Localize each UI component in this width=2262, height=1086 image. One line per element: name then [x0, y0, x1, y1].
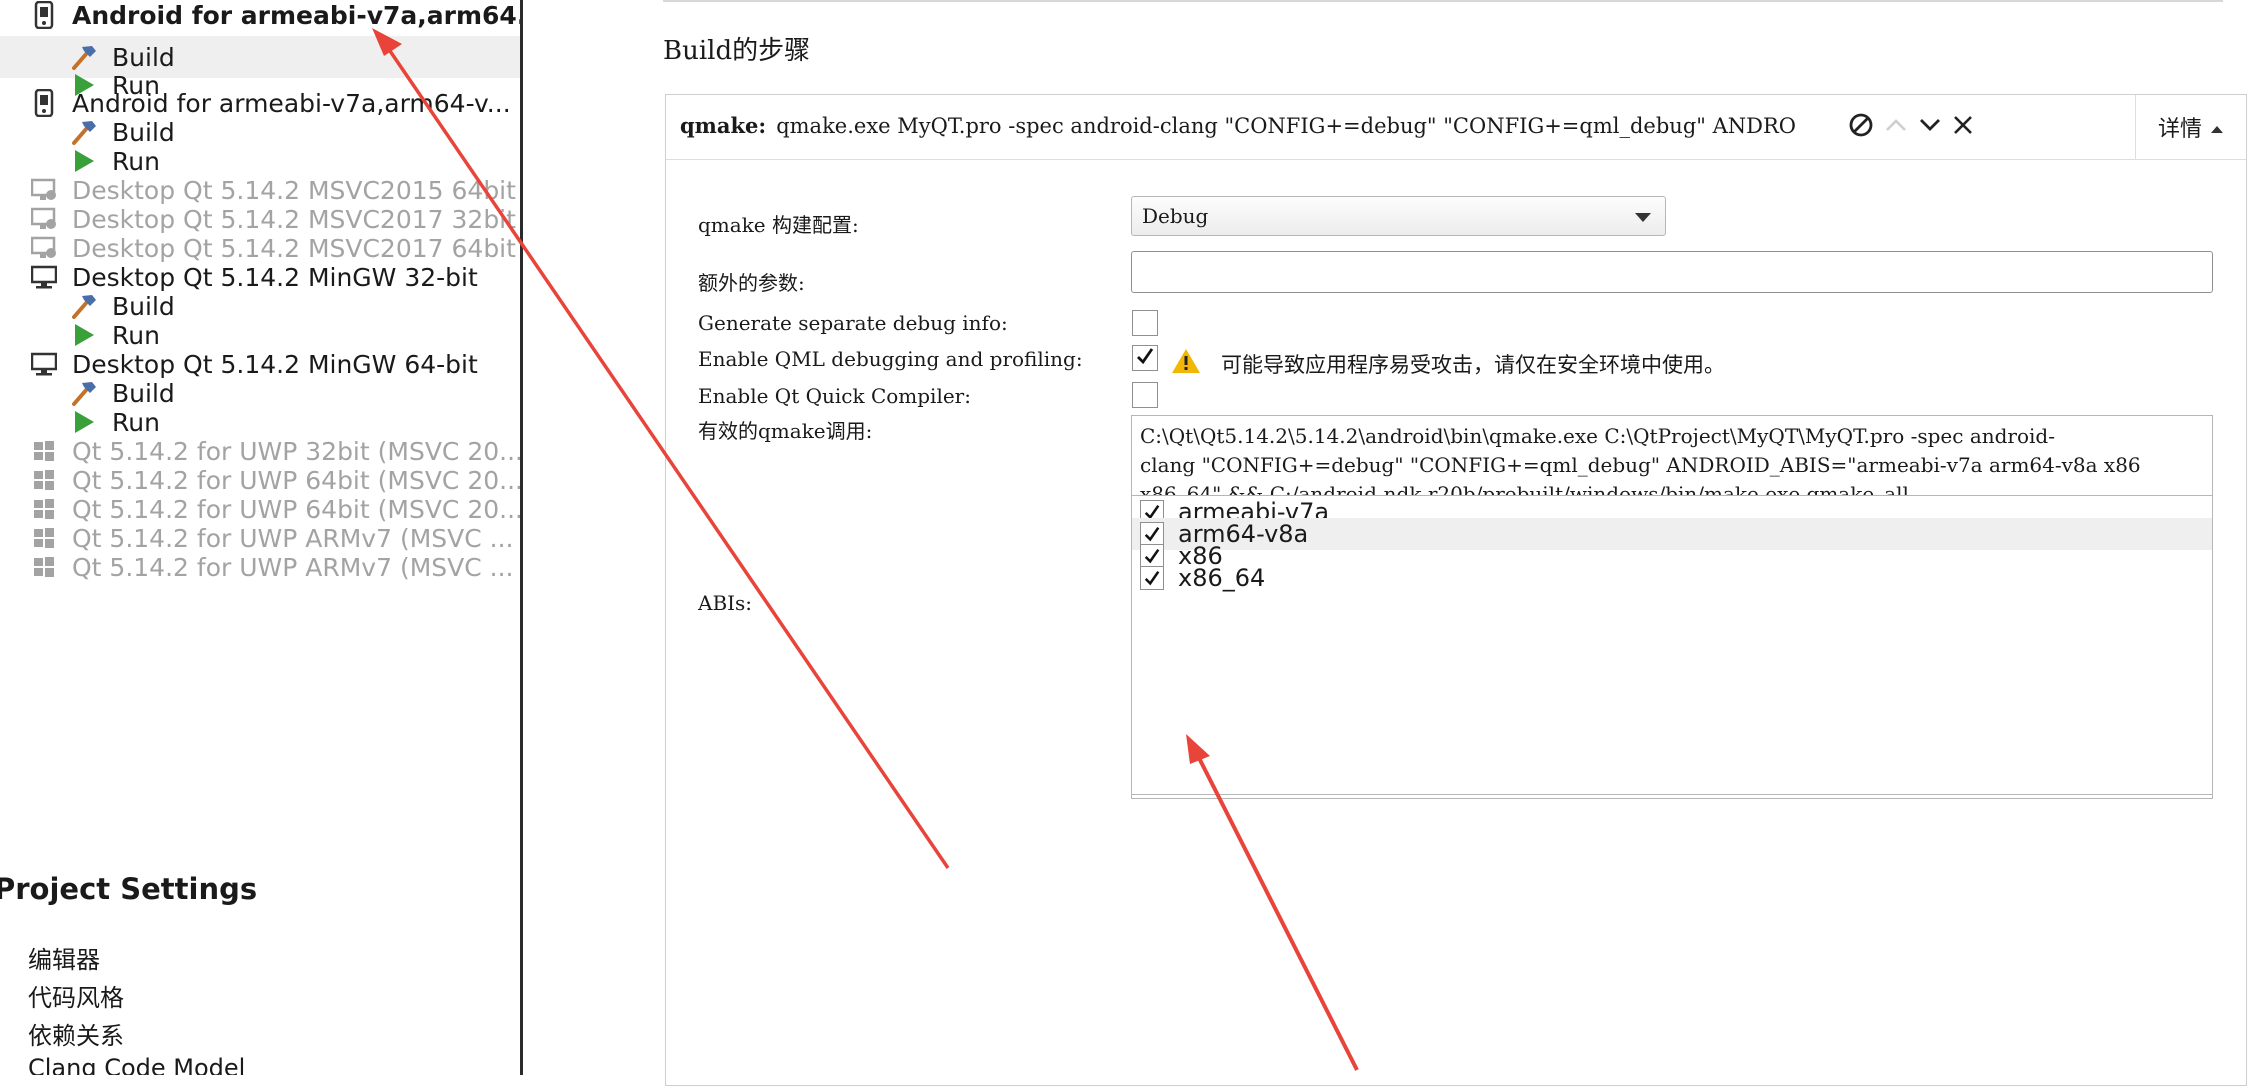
build-config-select[interactable]: Debug	[1131, 196, 1666, 236]
disable-step-button[interactable]	[1841, 107, 1881, 147]
qml-debug-checkbox[interactable]	[1132, 345, 1158, 371]
abi-row-x86_64[interactable]: x86_64	[1132, 562, 2212, 594]
separate-debug-label: Generate separate debug info:	[698, 311, 1008, 335]
qml-debug-label: Enable QML debugging and profiling:	[698, 347, 1083, 371]
kit-tree-sidebar: Android for armeabi-v7a,arm64... Build R…	[0, 0, 520, 1075]
kit-label: Android for armeabi-v7a,arm64...	[72, 0, 520, 30]
build-settings-main: Build的步骤 qmake: qmake.exe MyQT.pro -spec …	[523, 0, 2262, 1086]
effective-call-line: clang "CONFIG+=debug" "CONFIG+=qml_debug…	[1140, 453, 2141, 477]
qmake-step-header[interactable]: qmake: qmake.exe MyQT.pro -spec android-c…	[666, 95, 2246, 160]
remove-step-button[interactable]	[1943, 107, 1983, 147]
kit-uwp-armv7-b[interactable]: Qt 5.14.2 for UWP ARMv7 (MSVC ...	[0, 546, 520, 588]
extra-args-input[interactable]	[1131, 251, 2213, 293]
effective-call-label: 有效的qmake调用:	[698, 419, 873, 443]
windows-kit-icon	[30, 553, 58, 581]
details-toggle-button[interactable]: 详情	[2135, 95, 2246, 159]
close-icon	[1951, 113, 1975, 141]
abi-checkbox[interactable]	[1140, 566, 1164, 590]
kit-label: Qt 5.14.2 for UWP ARMv7 (MSVC ...	[72, 552, 514, 582]
kit-android-1[interactable]: Android for armeabi-v7a,arm64...	[0, 0, 520, 36]
chevron-up-icon	[2210, 115, 2224, 140]
step-prefix: qmake:	[680, 113, 767, 138]
build-steps-title: Build的步骤	[663, 36, 811, 66]
abi-list: armeabi-v7a arm64-v8a x86 x86_64	[1131, 495, 2213, 795]
quick-compiler-label: Enable Qt Quick Compiler:	[698, 384, 971, 408]
top-divider	[663, 0, 2223, 2]
project-settings-title: Project Settings	[0, 872, 258, 906]
abi-name: x86_64	[1178, 564, 1266, 592]
settings-item-clang-code-model[interactable]: Clang Code Model	[28, 1054, 245, 1075]
settings-item-dependencies[interactable]: 依赖关系	[28, 1016, 124, 1051]
settings-item-editor[interactable]: 编辑器	[28, 940, 100, 975]
chevron-down-icon	[1917, 115, 1943, 139]
warning-icon	[1171, 347, 1201, 375]
extra-args-label: 额外的参数:	[698, 271, 805, 295]
checkmark-icon	[1135, 346, 1155, 370]
abis-label: ABIs:	[698, 591, 753, 615]
separate-debug-checkbox[interactable]	[1132, 310, 1158, 336]
qmake-step-panel: qmake: qmake.exe MyQT.pro -spec android-c…	[665, 94, 2247, 1086]
settings-item-code-style[interactable]: 代码风格	[28, 978, 124, 1013]
chevron-up-icon	[1883, 115, 1909, 139]
effective-call-line: C:\Qt\Qt5.14.2\5.14.2\android\bin\qmake.…	[1140, 424, 2055, 448]
build-config-label: qmake 构建配置:	[698, 213, 859, 237]
android-device-icon	[30, 1, 58, 29]
dropdown-caret-icon	[1635, 213, 1651, 222]
details-label: 详情	[2157, 117, 2202, 142]
qmake-step-summary: qmake: qmake.exe MyQT.pro -spec android-c…	[680, 113, 1795, 138]
quick-compiler-checkbox[interactable]	[1132, 382, 1158, 408]
qml-debug-warning-text: 可能导致应用程序易受攻击，请仅在安全环境中使用。	[1221, 353, 1725, 377]
disable-icon	[1847, 111, 1875, 143]
step-command: qmake.exe MyQT.pro -spec android-clang "…	[776, 114, 1795, 138]
build-config-value: Debug	[1142, 204, 1209, 228]
